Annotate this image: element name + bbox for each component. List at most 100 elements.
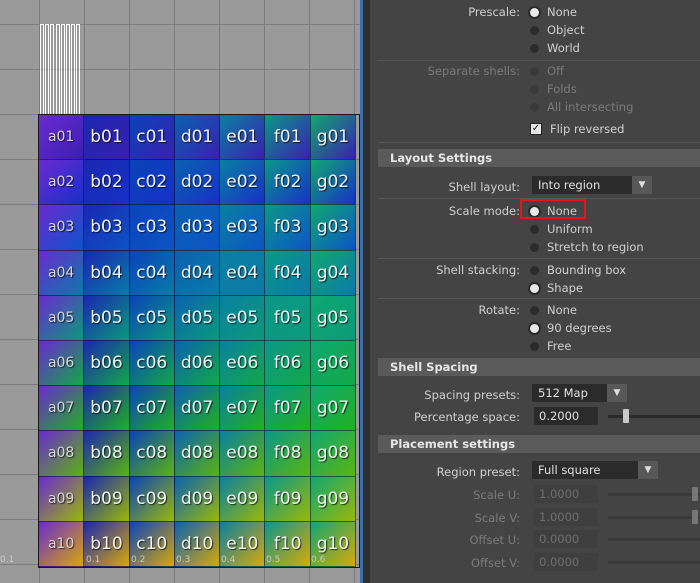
shell-layout-dropdown[interactable]: Into region ▼	[532, 176, 652, 194]
uv-tile-b09: b09	[84, 476, 130, 522]
scale-mode-uniform-radio[interactable]: Uniform	[530, 222, 593, 236]
shell-stacking-shape-radio[interactable]: Shape	[530, 281, 583, 295]
radio-on-icon	[530, 7, 539, 17]
uv-tile-a07: a07	[39, 386, 85, 432]
highlight-box	[520, 199, 586, 219]
region-preset-dropdown[interactable]: Full square ▼	[532, 461, 658, 479]
chevron-down-icon[interactable]: ▼	[632, 176, 652, 194]
uv-tile-e05: e05	[220, 295, 266, 341]
offset-v-slider[interactable]	[608, 561, 700, 564]
chevron-down-icon[interactable]: ▼	[638, 461, 658, 479]
uv-tile-a08: a08	[39, 431, 85, 477]
uv-tile-f08: f08	[265, 431, 311, 477]
separate-shells-label: Separate shells:	[427, 64, 520, 78]
uv-tile-f01: f01	[265, 115, 311, 161]
scale-v-label: Scale V:	[474, 511, 520, 525]
separate-shells-folds-radio[interactable]: Folds	[530, 82, 577, 96]
axis-tick-label: 0.6	[311, 555, 326, 565]
radio-off-icon	[530, 265, 539, 275]
uv-tile-e04: e04	[220, 250, 266, 296]
scale-u-field[interactable]: 1.0000	[534, 485, 598, 503]
uv-tile-b05: b05	[84, 295, 130, 341]
divider	[378, 298, 700, 299]
shell-stacking-bbox-radio[interactable]: Bounding box	[530, 263, 626, 277]
uv-tile-g02: g02	[310, 160, 357, 206]
slider-handle[interactable]	[692, 510, 699, 524]
prescale-none-radio[interactable]: None	[530, 5, 577, 19]
rotate-90-radio[interactable]: 90 degrees	[530, 321, 612, 335]
percentage-space-field[interactable]: 0.2000	[534, 407, 598, 425]
uv-tile-b06: b06	[84, 340, 130, 387]
chevron-down-icon[interactable]: ▼	[607, 384, 627, 402]
offset-v-label: Offset V:	[470, 556, 520, 570]
uv-tile-g06: g06	[310, 340, 357, 387]
uv-tile-d07: d07	[174, 386, 221, 432]
uv-tile-a03: a03	[39, 205, 85, 251]
rotate-label: Rotate:	[478, 303, 520, 317]
uv-tile-g01: g01	[310, 115, 357, 161]
offset-u-label: Offset U:	[469, 533, 521, 547]
scale-mode-stretch-radio[interactable]: Stretch to region	[530, 240, 644, 254]
axis-tick-label: 0.1	[86, 555, 101, 565]
flip-reversed-checkbox[interactable]: ✓ Flip reversed	[530, 122, 625, 136]
radio-off-icon	[530, 224, 539, 234]
offset-u-field[interactable]: 0.0000	[534, 530, 598, 548]
uv-tile-e03: e03	[220, 205, 266, 251]
uv-tile-c02: c02	[129, 160, 175, 206]
layout-settings-header[interactable]: Layout Settings	[378, 149, 700, 167]
divider	[378, 60, 700, 61]
uv-editor-viewport[interactable]: a01 b01 c01 d01 e01 f01 g01 a02 b02 c02 d02 e02 f02 g…	[0, 0, 362, 583]
spacing-presets-label: Spacing presets:	[424, 388, 520, 402]
axis-tick-label: 0.3	[176, 555, 191, 565]
uv-tile-g08: g08	[310, 431, 357, 477]
panel-splitter[interactable]	[363, 0, 370, 583]
separate-shells-all-radio[interactable]: All intersecting	[530, 100, 633, 114]
percentage-space-slider[interactable]	[608, 409, 700, 423]
radio-off-icon	[530, 341, 539, 351]
uv-tile-c04: c04	[129, 250, 175, 296]
offset-v-field[interactable]: 0.0000	[534, 553, 598, 571]
prescale-world-radio[interactable]: World	[530, 41, 580, 55]
uv-tile-c01: c01	[129, 115, 175, 161]
uv-tile-c03: c03	[129, 205, 175, 251]
uv-tile-b08: b08	[84, 431, 130, 477]
uv-tile-c06: c06	[129, 340, 175, 387]
radio-off-icon	[530, 84, 539, 94]
slider-handle[interactable]	[692, 487, 699, 501]
rotate-none-radio[interactable]: None	[530, 303, 577, 317]
uv-tile-f05: f05	[265, 295, 311, 341]
placement-settings-header[interactable]: Placement settings	[378, 435, 700, 453]
uv-tile-d08: d08	[174, 431, 221, 477]
shell-spacing-header[interactable]: Shell Spacing	[378, 358, 700, 376]
divider	[378, 258, 700, 259]
uv-tile-d04: d04	[174, 250, 221, 296]
radio-off-icon	[530, 25, 539, 35]
radio-off-icon	[530, 66, 539, 76]
axis-tick-label: 0.1	[0, 555, 15, 565]
scale-v-slider[interactable]	[608, 510, 700, 524]
uv-axis-ticks: 0.1 0.1 0.2 0.3 0.4 0.5 0.6	[0, 555, 362, 567]
axis-tick-label: 0.4	[221, 555, 236, 565]
uv-tile-e02: e02	[220, 160, 266, 206]
uv-tile-f06: f06	[265, 340, 311, 387]
separate-shells-off-radio[interactable]: Off	[530, 64, 564, 78]
uv-tile-e07: e07	[220, 386, 266, 432]
uv-tile-b04: b04	[84, 250, 130, 296]
scale-u-slider[interactable]	[608, 487, 700, 501]
scale-mode-label: Scale mode:	[448, 204, 520, 218]
uv-tile-f07: f07	[265, 386, 311, 432]
prescale-object-radio[interactable]: Object	[530, 23, 584, 37]
uv-tile-c08: c08	[129, 431, 175, 477]
uv-tile-c09: c09	[129, 476, 175, 522]
slider-handle[interactable]	[622, 409, 629, 423]
offset-u-slider[interactable]	[608, 538, 700, 541]
spacing-presets-dropdown[interactable]: 512 Map ▼	[532, 384, 627, 402]
radio-on-icon	[530, 323, 539, 333]
uv-tile-d09: d09	[174, 476, 221, 522]
scale-v-field[interactable]: 1.0000	[534, 508, 598, 526]
divider	[378, 142, 700, 143]
uv-checker-grid[interactable]: a01 b01 c01 d01 e01 f01 g01 a02 b02 c02 d02 e02 f02 g…	[38, 114, 360, 568]
rotate-free-radio[interactable]: Free	[530, 339, 571, 353]
uv-tile-g07: g07	[310, 386, 357, 432]
shell-stacking-label: Shell stacking:	[436, 263, 520, 277]
